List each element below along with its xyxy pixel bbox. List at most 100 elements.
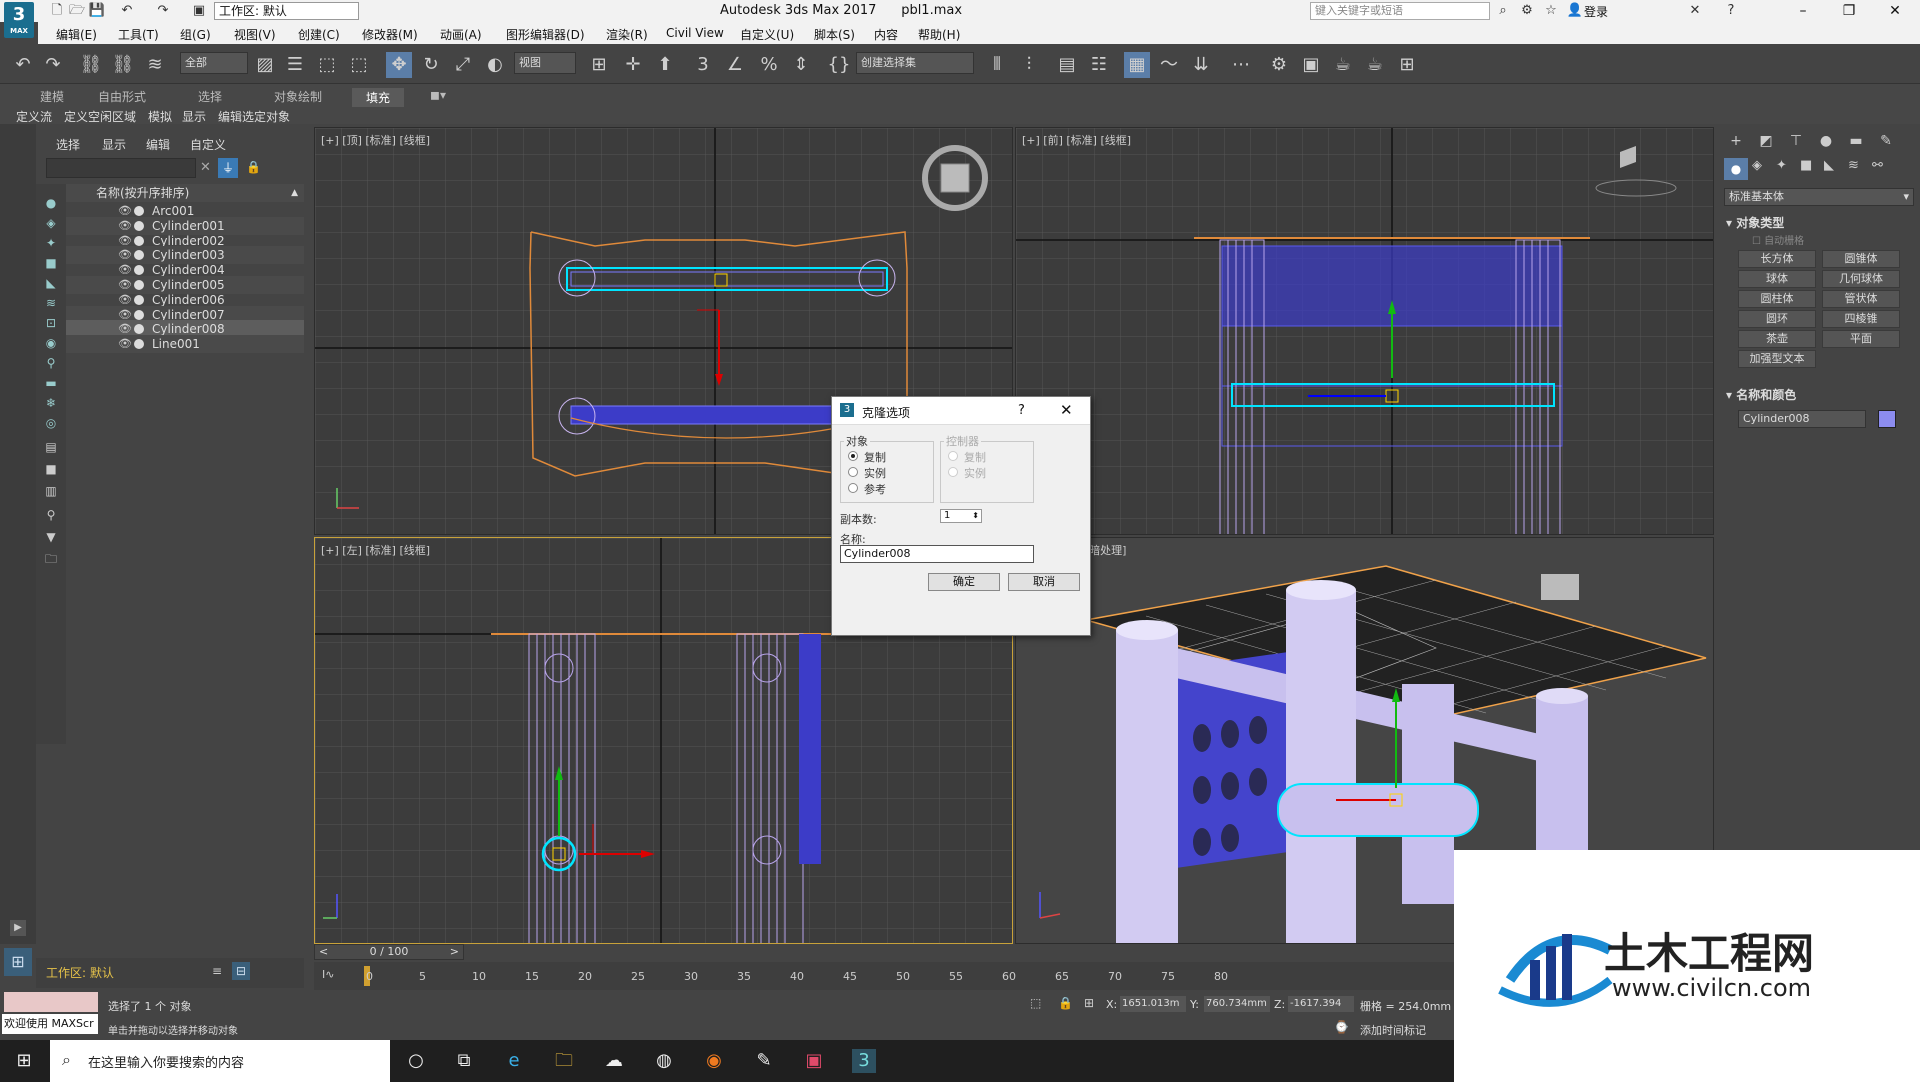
save-icon[interactable]: 💾 [88,2,106,20]
viewport-front-label[interactable]: [+] [前] [标准] [线框] [1022,132,1131,148]
new-file-icon[interactable]: 🗋 [48,2,66,20]
search-input[interactable]: 键入关键字或短语 [1310,2,1490,20]
isolate-icon[interactable]: ⬚ [1030,996,1041,1010]
bind-spacewarp-icon[interactable]: ≋ [142,52,168,78]
shapes-category-icon[interactable]: ◈ [1752,158,1762,173]
layer-explorer-icon[interactable]: ☷ [1086,52,1112,78]
select-manipulate-icon[interactable]: ✛ [620,52,646,78]
lights-category-icon[interactable]: ✦ [1776,158,1787,173]
radio-instance[interactable] [848,467,858,477]
spinner-arrows-icon[interactable]: ⬍ [972,510,979,522]
named-selection-combo[interactable]: 创建选择集 [856,52,974,74]
edge-browser-icon[interactable]: e [502,1049,526,1073]
find-icon[interactable]: ⚲ [42,506,60,524]
window-crossing-icon[interactable]: ⬚ [346,52,372,78]
redo-icon[interactable]: ↷ [154,2,172,20]
pivot-center-icon[interactable]: ⊞ [586,52,612,78]
layer-toggle-icon[interactable]: ≡ [212,964,222,978]
geometry-category-icon[interactable]: ● [1724,158,1748,180]
hierarchy-panel-icon[interactable]: ⊤ [1784,130,1808,152]
ribbon-edit-selected[interactable]: 编辑选定对象 [218,108,290,125]
display-panel-icon[interactable]: ▬ [1844,130,1868,152]
next-frame-icon[interactable]: > [450,945,459,959]
workspace-combo[interactable]: 工作区: 默认 [214,2,359,20]
menu-create[interactable]: 创建(C) [298,26,340,43]
rect-selection-icon[interactable]: ⬚ [314,52,340,78]
select-object-icon[interactable]: ▨ [252,52,278,78]
user-icon[interactable]: 👤 [1566,2,1584,20]
select-scale-icon[interactable]: ⤢ [450,52,476,78]
viewport-layout-icon[interactable]: ⊞ [4,948,32,976]
maximize-button[interactable]: ❐ [1826,0,1872,22]
edit-named-sets-icon[interactable]: {} [826,52,852,78]
login-link[interactable]: 登录 [1584,3,1608,20]
se-tab-customize[interactable]: 自定义 [190,136,226,153]
menu-help[interactable]: 帮助(H) [918,26,960,43]
plane-button[interactable]: 平面 [1822,330,1900,348]
modify-panel-icon[interactable]: ◩ [1754,130,1778,152]
ribbon-toggle-icon[interactable]: ▦ [1124,52,1150,78]
chat-app-icon[interactable]: ☁ [602,1049,626,1073]
add-time-tag[interactable]: 添加时间标记 [1360,1022,1426,1038]
textplus-button[interactable]: 加强型文本 [1738,350,1816,368]
rendered-frame-window-icon[interactable]: ▣ [1298,52,1324,78]
browser-app-icon[interactable]: ◍ [652,1049,676,1073]
controller-radio-instance[interactable] [948,467,958,477]
xrefs-filter-icon[interactable]: ◉ [42,334,60,352]
containers-filter-icon[interactable]: ▬ [42,374,60,392]
menu-modifiers[interactable]: 修改器(M) [362,26,418,43]
autogrid-checkbox[interactable]: ☐ 自动栅格 [1752,232,1804,247]
menu-group[interactable]: 组(G) [180,26,211,43]
expand-arrow-icon[interactable]: ▶ [10,920,26,936]
keyboard-shortcut-icon[interactable]: ⬆ [652,52,678,78]
systems-category-icon[interactable]: ⚯ [1872,158,1883,173]
curve-editor-icon[interactable]: 〜 [1156,52,1182,78]
y-coordinate-field[interactable]: 760.734mm [1204,996,1270,1012]
menu-scripting[interactable]: 脚本(S) [814,26,855,43]
controller-radio-copy[interactable] [948,451,958,461]
image-viewer-icon[interactable]: ▣ [802,1049,826,1073]
filter-icon[interactable]: ⏚ [218,158,238,178]
menu-customize[interactable]: 自定义(U) [740,26,794,43]
geosphere-button[interactable]: 几何球体 [1822,270,1900,288]
favorites-icon[interactable]: ☆ [1542,2,1560,20]
angle-snap-icon[interactable]: ∠ [722,52,748,78]
ribbon-options-icon[interactable]: ◼▾ [430,88,446,102]
create-panel-icon[interactable]: + [1724,130,1748,152]
menu-tools[interactable]: 工具(T) [118,26,159,43]
align-icon[interactable]: ⫶ [1016,52,1042,78]
cameras-category-icon[interactable]: ■ [1800,158,1812,173]
hidden-filter-icon[interactable]: ◎ [42,414,60,432]
shapes-filter-icon[interactable]: ◈ [42,214,60,232]
menu-content[interactable]: 内容 [874,26,898,43]
undo-icon[interactable]: ↶ [10,52,36,78]
unlink-icon[interactable]: ⛓ [110,52,136,78]
sphere-button[interactable]: 球体 [1738,270,1816,288]
close-button[interactable]: ✕ [1872,0,1918,22]
helpers-filter-icon[interactable]: ◣ [42,274,60,292]
box-button[interactable]: 长方体 [1738,250,1816,268]
teapot-button[interactable]: 茶壶 [1738,330,1816,348]
time-tag-icon[interactable]: ⌚ [1334,1020,1349,1034]
copies-spinner[interactable]: 1 ⬍ [940,509,982,523]
hierarchy-toggle-icon[interactable]: ⊟ [232,962,250,980]
menu-graph-editors[interactable]: 图形编辑器(D) [506,26,585,43]
primitive-type-combo[interactable]: 标准基本体 ▾ [1724,188,1914,206]
lock-icon[interactable]: 🔒 [246,160,261,174]
invert-display-icon[interactable]: ▥ [42,482,60,500]
3dsmax-taskbar-icon[interactable]: 3 [852,1049,876,1073]
spacewarps-filter-icon[interactable]: ≋ [42,294,60,312]
render-iterative-icon[interactable]: ☕ [1362,52,1388,78]
windows-start-icon[interactable]: ⊞ [12,1049,36,1073]
prev-frame-icon[interactable]: < [319,945,328,959]
viewport-top-label[interactable]: [+] [顶] [标准] [线框] [321,132,430,148]
link-icon[interactable]: ⛓ [78,52,104,78]
ribbon-define-idle-areas[interactable]: 定义空闲区域 [64,108,136,125]
cylinder-button[interactable]: 圆柱体 [1738,290,1816,308]
se-search-input[interactable] [46,158,196,178]
menu-rendering[interactable]: 渲染(R) [606,26,648,43]
object-name-input[interactable]: Cylinder008 [1738,410,1866,428]
ribbon-define-flows[interactable]: 定义流 [16,108,52,125]
a360-icon[interactable]: ⚙ [1518,2,1536,20]
undo-icon[interactable]: ↶ [118,2,136,20]
